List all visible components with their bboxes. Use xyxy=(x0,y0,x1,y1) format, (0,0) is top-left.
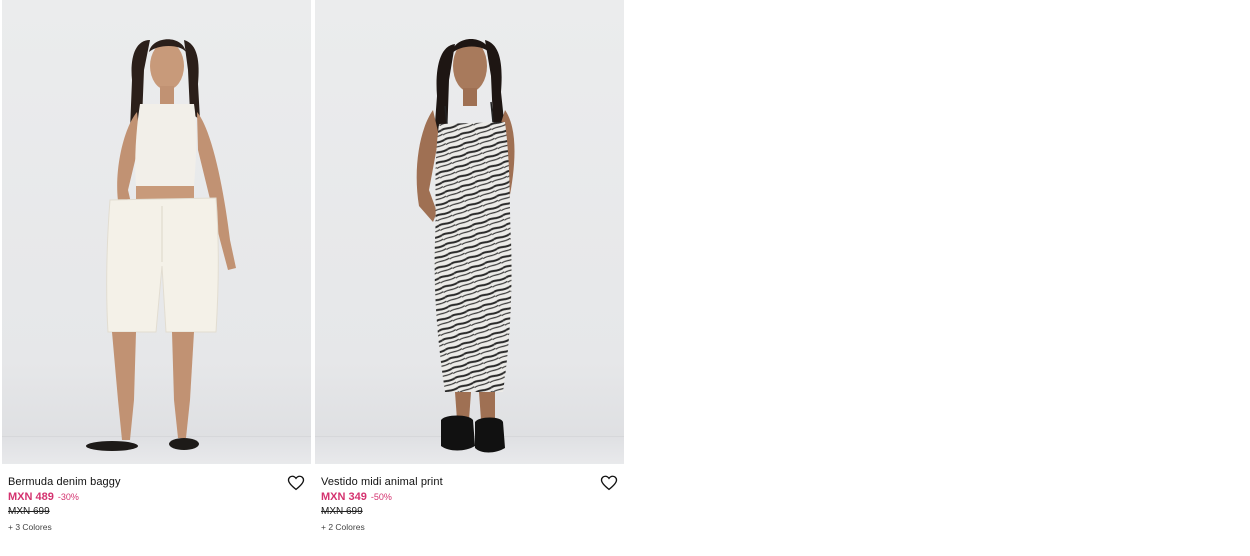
price-row: MXN 489 -30% xyxy=(8,491,79,503)
heart-outline-icon[interactable] xyxy=(287,474,305,492)
model-figure xyxy=(86,39,236,451)
original-price: MXN 699 xyxy=(321,506,363,517)
product-info: Bermuda denim baggy MXN 489 -30% MXN 699… xyxy=(2,464,311,556)
product-card[interactable]: Vestido midi animal print MXN 349 -50% M… xyxy=(315,0,624,556)
sale-price: MXN 349 xyxy=(321,491,367,503)
price-row: MXN 349 -50% xyxy=(321,491,392,503)
product-name[interactable]: Bermuda denim baggy xyxy=(8,476,121,488)
product-grid: Bermuda denim baggy MXN 489 -30% MXN 699… xyxy=(2,0,624,556)
discount-badge: -50% xyxy=(370,492,392,502)
heart-outline-icon[interactable] xyxy=(600,474,618,492)
product-info: Vestido midi animal print MXN 349 -50% M… xyxy=(315,464,624,556)
product-name[interactable]: Vestido midi animal print xyxy=(321,476,443,488)
model-figure xyxy=(416,39,515,453)
discount-badge: -30% xyxy=(57,492,79,502)
original-price: MXN 699 xyxy=(8,506,50,517)
product-card[interactable]: Bermuda denim baggy MXN 489 -30% MXN 699… xyxy=(2,0,311,556)
product-image[interactable] xyxy=(2,0,311,464)
more-colors-link[interactable]: + 2 Colores xyxy=(321,522,365,532)
sale-price: MXN 489 xyxy=(8,491,54,503)
more-colors-link[interactable]: + 3 Colores xyxy=(8,522,52,532)
product-image[interactable] xyxy=(315,0,624,464)
